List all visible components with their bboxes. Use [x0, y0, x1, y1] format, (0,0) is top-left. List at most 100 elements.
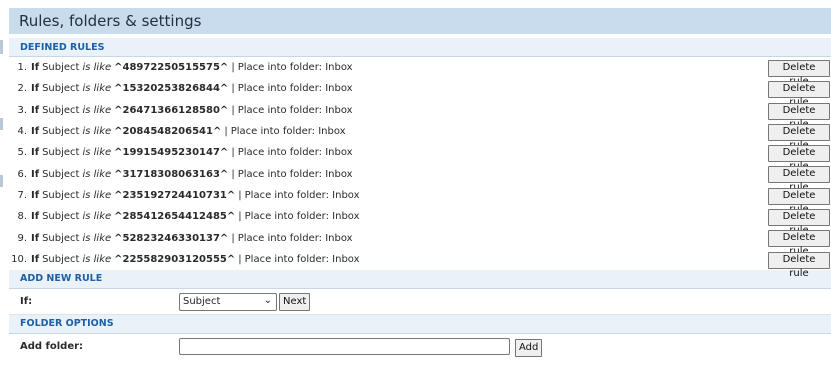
rule-operator: is like [82, 211, 112, 223]
rule-number: 5. [17, 147, 27, 159]
rule-number: 1. [17, 62, 27, 74]
rule-if-keyword: If [31, 83, 40, 95]
rule-action: Place into folder: Inbox [244, 253, 360, 265]
rule-pattern: ^2084548206541^ [114, 126, 222, 138]
left-edge-strip [0, 0, 4, 377]
rule-action: Place into folder: Inbox [237, 147, 353, 159]
rule-action: Place into folder: Inbox [230, 126, 346, 138]
rule-row: 6. If Subject is like ^31718308063163^ | Place… [9, 163, 831, 193]
rule-operator: is like [82, 232, 112, 244]
rule-if-keyword: If [31, 211, 40, 223]
defined-rules-heading: DEFINED RULES [9, 38, 831, 57]
rule-pattern: ^225582903120555^ [114, 253, 236, 265]
rule-separator: | [224, 126, 228, 138]
delete-rule-button[interactable]: Delete rule [768, 60, 830, 87]
rule-number: 4. [17, 126, 27, 138]
rule-field: Subject [42, 211, 80, 223]
rule-action: Place into folder: Inbox [237, 232, 353, 244]
delete-rule-button[interactable]: Delete rule [768, 102, 830, 130]
rule-operator: is like [82, 104, 112, 116]
rule-pattern: ^235192724410731^ [114, 189, 236, 201]
rule-field: Subject [42, 232, 80, 244]
rule-operator: is like [82, 147, 112, 159]
rule-operator: is like [82, 126, 112, 138]
rule-operator: is like [82, 253, 112, 265]
rule-if-keyword: If [31, 126, 40, 138]
rule-separator: | [238, 211, 242, 223]
rule-field-select[interactable]: Subject ⌄ [179, 292, 277, 311]
rule-if-keyword: If [31, 62, 40, 74]
rule-row: 3. If Subject is like ^26471366128580^ | Place… [9, 100, 831, 130]
if-label: If: [20, 295, 33, 307]
chevron-down-icon: ⌄ [263, 294, 272, 306]
rules-list: 1. If Subject is like ^48972250515575^ | Place… [9, 57, 831, 279]
rule-if-keyword: If [31, 168, 40, 180]
rule-action: Place into folder: Inbox [237, 62, 353, 74]
delete-rule-button[interactable]: Delete rule [768, 187, 830, 215]
next-button[interactable]: Next [279, 292, 311, 311]
rule-action: Place into folder: Inbox [244, 189, 360, 201]
rule-field: Subject [42, 83, 80, 95]
rule-separator: | [238, 189, 242, 201]
delete-rule-button[interactable]: Delete rule [768, 166, 830, 193]
rule-field: Subject [42, 189, 80, 201]
rule-if-keyword: If [31, 232, 40, 244]
delete-rule-button[interactable]: Delete rule [768, 123, 830, 151]
rule-separator: | [231, 62, 235, 74]
edge-mark [0, 118, 3, 130]
rule-row: 1. If Subject is like ^48972250515575^ | Place… [9, 57, 831, 87]
delete-rule-button[interactable]: Delete rule [768, 230, 830, 257]
delete-rule-button[interactable]: Delete rule [768, 251, 830, 279]
rule-action: Place into folder: Inbox [237, 104, 353, 116]
rule-if-keyword: If [31, 189, 40, 201]
rule-if-keyword: If [31, 253, 40, 265]
rule-action: Place into folder: Inbox [237, 168, 353, 180]
rule-row: 9. If Subject is like ^52823246330137^ | Place… [9, 227, 831, 257]
rule-separator: | [238, 253, 242, 265]
rule-pattern: ^31718308063163^ [114, 168, 229, 180]
rule-number: 6. [17, 168, 27, 180]
rule-operator: is like [82, 62, 112, 74]
rule-row: 8. If Subject is like ^285412654412485^ | Plac… [9, 206, 831, 236]
rule-operator: is like [82, 83, 112, 95]
rule-pattern: ^285412654412485^ [114, 211, 236, 223]
rules-panel: Rules, folders & settings DEFINED RULES … [9, 0, 831, 377]
add-folder-label: Add folder: [20, 341, 84, 353]
rule-row: 5. If Subject is like ^19915495230147^ | Place… [9, 142, 831, 172]
rule-separator: | [231, 104, 235, 116]
rule-number: 9. [17, 232, 27, 244]
add-rule-row: If: Subject ⌄ Next [9, 289, 831, 315]
rule-row: 2. If Subject is like ^15320253826844^ | Place… [9, 78, 831, 108]
delete-rule-button[interactable]: Delete rule [768, 209, 830, 236]
rule-field: Subject [42, 168, 80, 180]
rule-separator: | [231, 147, 235, 159]
rule-field: Subject [42, 147, 80, 159]
delete-rule-button[interactable]: Delete rule [768, 145, 830, 172]
rule-field: Subject [42, 126, 80, 138]
rule-action: Place into folder: Inbox [244, 211, 360, 223]
rule-field: Subject [42, 253, 80, 265]
rule-separator: | [231, 232, 235, 244]
edge-mark [0, 40, 3, 54]
add-folder-button[interactable]: Add [515, 338, 543, 357]
rule-number: 8. [17, 211, 27, 223]
delete-rule-button[interactable]: Delete rule [768, 81, 830, 108]
rule-pattern: ^52823246330137^ [114, 232, 229, 244]
rule-field-select-value: Subject [183, 296, 221, 308]
rule-operator: is like [82, 189, 112, 201]
add-new-rule-heading: ADD NEW RULE [9, 269, 831, 289]
rule-field: Subject [42, 62, 80, 74]
rule-number: 10. [11, 253, 27, 265]
rule-row: 7. If Subject is like ^235192724410731^ | Plac… [9, 185, 831, 215]
rule-if-keyword: If [31, 104, 40, 116]
rule-pattern: ^15320253826844^ [114, 83, 229, 95]
rule-row: 4. If Subject is like ^2084548206541^ | Place … [9, 121, 831, 151]
rule-row: 10. If Subject is like ^225582903120555^ | Pla… [9, 249, 831, 279]
rule-number: 2. [17, 83, 27, 95]
add-folder-row: Add folder: Add [9, 334, 831, 360]
folder-options-heading: FOLDER OPTIONS [9, 314, 831, 334]
rule-number: 3. [17, 104, 27, 116]
rule-number: 7. [17, 189, 27, 201]
rule-action: Place into folder: Inbox [237, 83, 353, 95]
folder-name-input[interactable] [179, 337, 510, 355]
